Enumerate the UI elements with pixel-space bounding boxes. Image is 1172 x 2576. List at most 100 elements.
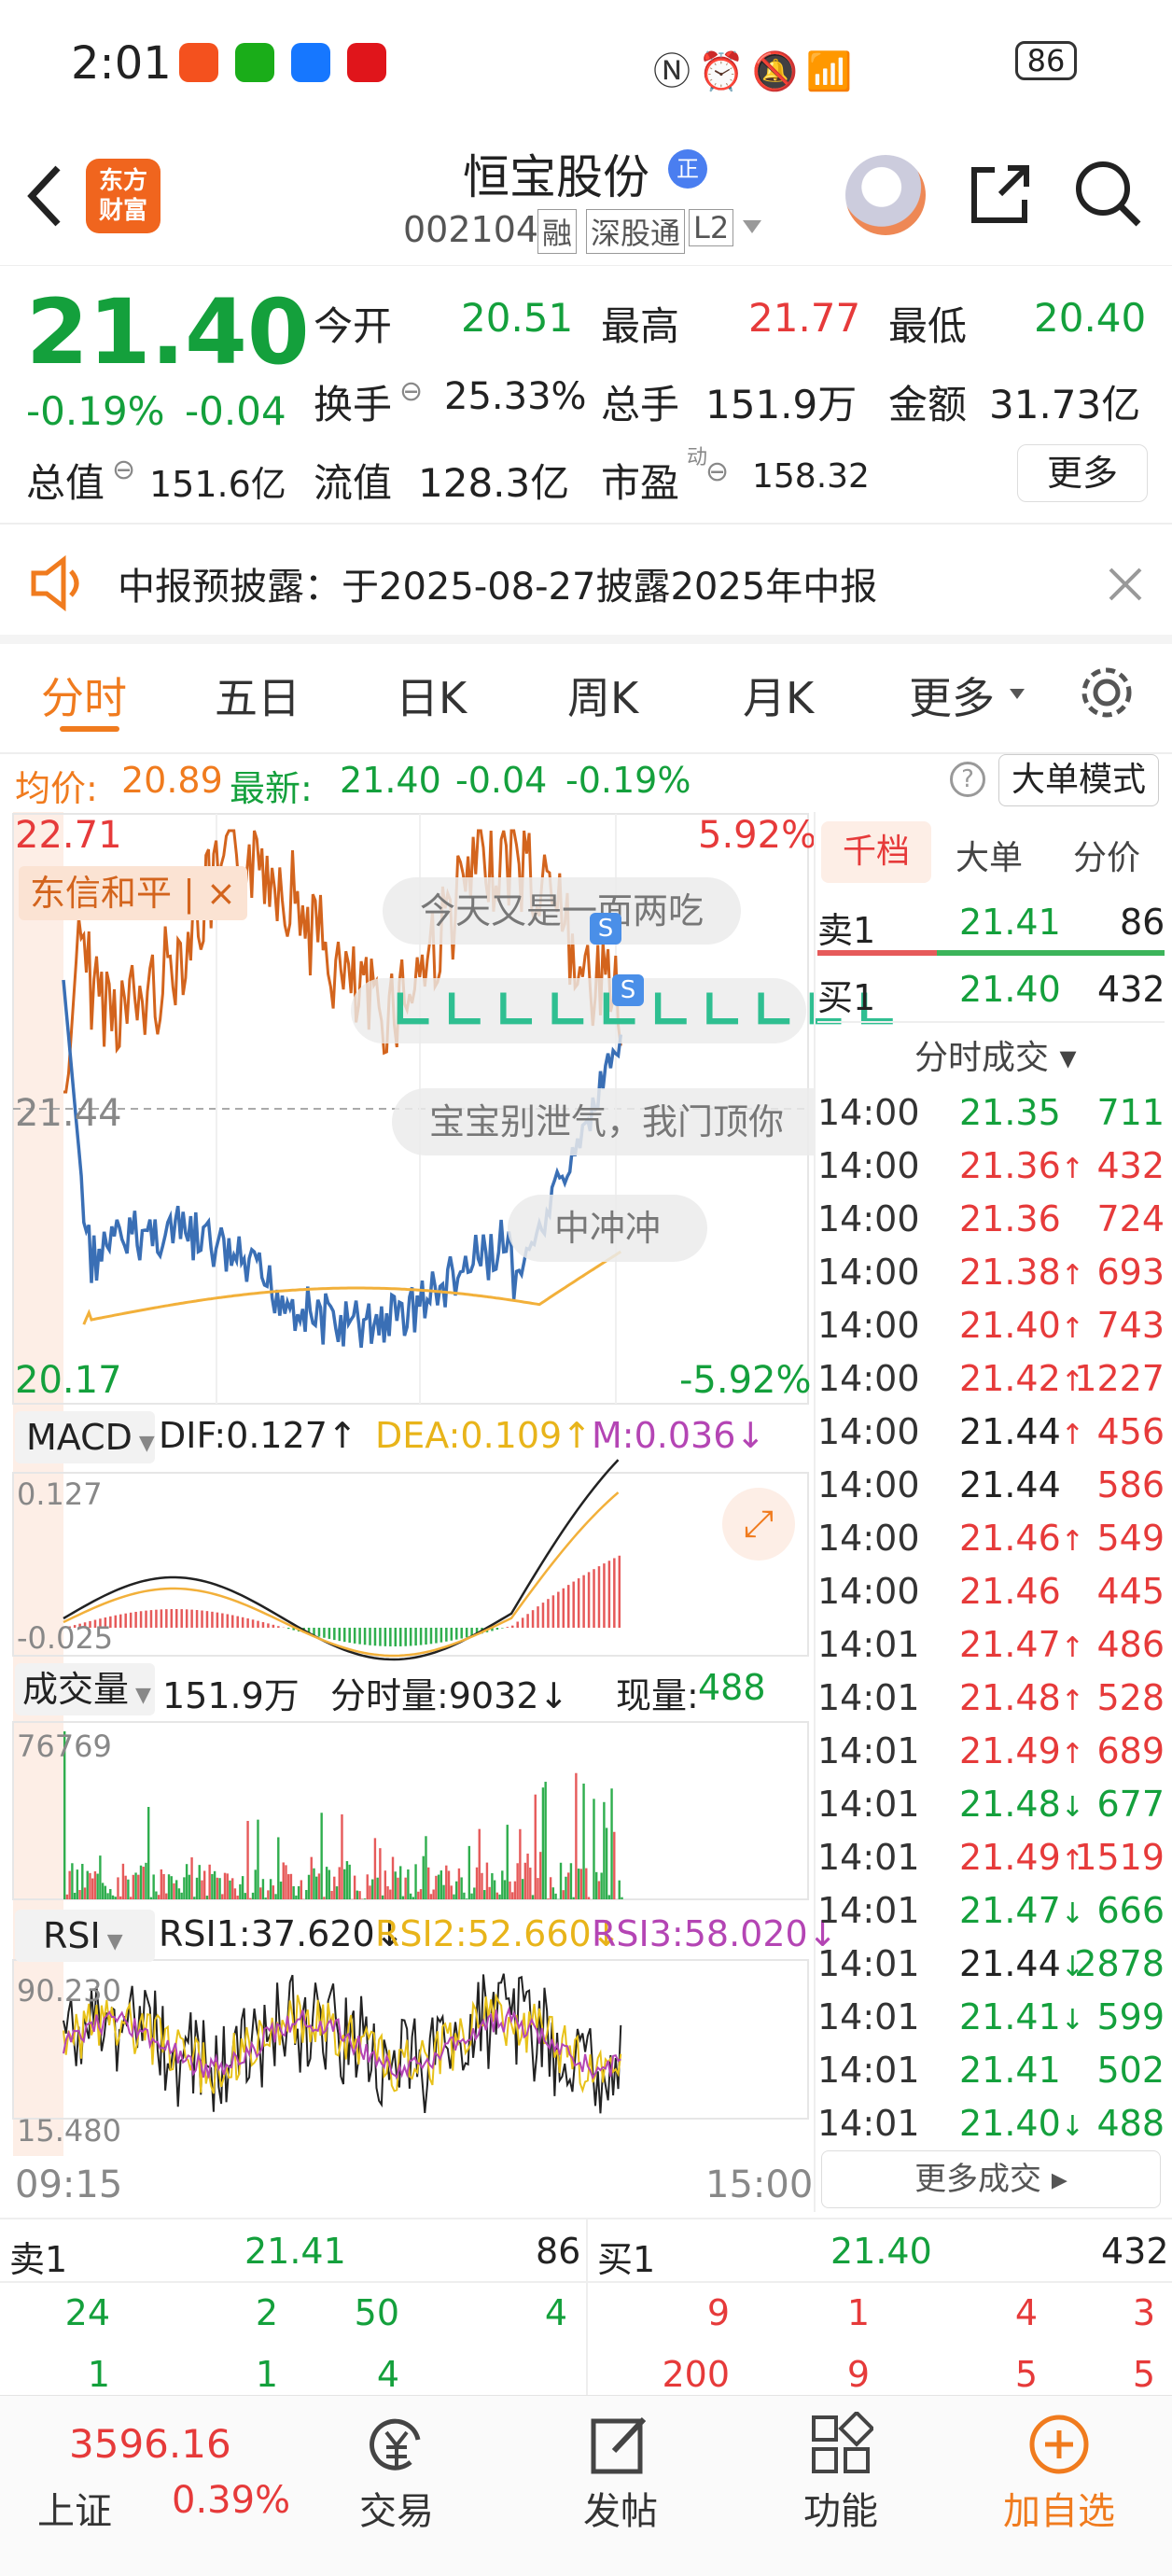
gear-icon[interactable] [1079, 665, 1135, 721]
battery-icon: 86 [1015, 41, 1077, 80]
tab-daily-k[interactable]: 日K [396, 665, 467, 726]
more-trades-button[interactable]: 更多成交 ▸ [821, 2150, 1161, 2208]
macd-bar [236, 1616, 239, 1628]
sell-marker-icon[interactable]: S [612, 974, 644, 1006]
tab-more[interactable]: 更多 [909, 665, 995, 726]
trade-row: 14:01 21.41↓ 599 [817, 1996, 1165, 2050]
volume-bar [450, 1885, 453, 1899]
chevron-down-icon: ▼ [100, 1930, 123, 1953]
info-icon[interactable]: ⊖ [705, 455, 729, 488]
expand-icon[interactable]: ⤢ [722, 1488, 795, 1561]
avg-value: 20.89 [121, 760, 223, 801]
open-label: 今开 [314, 303, 393, 349]
macd-bar [165, 1609, 168, 1628]
macd-selector[interactable]: MACD ▼ [15, 1411, 155, 1463]
help-icon[interactable]: ? [950, 762, 985, 797]
nav-functions[interactable]: 功能 [771, 2410, 911, 2535]
nav-post-label: 发帖 [583, 2490, 658, 2533]
volume-label: 总手 [601, 382, 680, 427]
more-button[interactable]: 更多 [1017, 444, 1148, 502]
trade-row: 14:01 21.41 502 [817, 2050, 1165, 2103]
notice-text[interactable]: 中报预披露：于2025-08-27披露2025年中报 [118, 556, 877, 610]
volume-bar [111, 1895, 115, 1899]
open-value: 20.51 [461, 295, 574, 341]
volume-selector[interactable]: 成交量 ▼ [15, 1663, 155, 1715]
tab-large-orders[interactable]: 大单 [956, 831, 1023, 879]
volume-bar [565, 1876, 567, 1899]
volume-bar [127, 1879, 130, 1899]
trade-time: 14:01 [817, 1624, 920, 1665]
big-order-mode-button[interactable]: 大单模式 [998, 754, 1159, 806]
tab-price-dist[interactable]: 分价 [1073, 831, 1140, 879]
nav-post[interactable]: 发帖 [551, 2412, 691, 2535]
trade-price: 21.44↑ [959, 1411, 1084, 1452]
volume-bar [121, 1863, 125, 1899]
rsi1: RSI1:37.620↓ [159, 1913, 405, 1954]
close-icon[interactable] [1107, 566, 1144, 603]
volume-bar [236, 1896, 239, 1899]
volume-bar [91, 1878, 94, 1899]
nav-add-watchlist[interactable]: 加自选 [989, 2412, 1129, 2535]
volume-bar [323, 1897, 326, 1899]
macd-bar [195, 1610, 199, 1628]
bottom-buy1-volume: 432 [1101, 2231, 1169, 2272]
nav-trade[interactable]: 交易 [327, 2412, 467, 2535]
tab-monthly-k[interactable]: 月K [743, 665, 814, 726]
stock-header: 东方 财富 恒宝股份 正 002104 融 深股通 L2 [0, 131, 1172, 266]
stock-name: 恒宝股份 [463, 150, 649, 204]
tab-order-book[interactable]: 千档 [821, 821, 931, 883]
volume-bar [198, 1865, 201, 1899]
trades-title[interactable]: 分时成交 ▾ [914, 1030, 1077, 1079]
volume-bar [267, 1890, 270, 1899]
sell-marker-icon[interactable]: S [590, 913, 621, 945]
volume-bar [404, 1877, 407, 1899]
bottom-sell1-volume: 86 [536, 2231, 581, 2272]
macd-bar [551, 1595, 555, 1628]
trade-row: 14:01 21.49↑ 1519 [817, 1837, 1165, 1890]
share-icon[interactable] [967, 161, 1034, 228]
info-icon[interactable]: ⊖ [399, 375, 423, 408]
volume-bar [71, 1863, 74, 1899]
volume-bar [317, 1873, 321, 1899]
volume-bar [442, 1884, 445, 1899]
index-value[interactable]: 3596.16 [69, 2421, 231, 2467]
search-icon[interactable] [1073, 159, 1144, 230]
volume-bar [170, 1876, 173, 1899]
back-icon[interactable] [21, 159, 67, 233]
danmu-bubble: 中冲冲 [508, 1195, 708, 1262]
grid-icon [812, 2410, 875, 2473]
volume-bar [610, 1788, 613, 1899]
macd-bar [277, 1626, 280, 1628]
volume-bar [547, 1898, 550, 1899]
trade-volume: 432 [1096, 1145, 1165, 1186]
chevron-down-icon: ▼ [132, 1432, 155, 1455]
turnover-value: 25.33% [444, 375, 587, 418]
overlay-stock-tag[interactable]: 东信和平 | × [19, 866, 247, 920]
tab-weekly-k[interactable]: 周K [567, 665, 638, 726]
chart-bottom-pct: -5.92% [679, 1359, 812, 1402]
volume-bar [425, 1836, 427, 1899]
info-icon[interactable]: ⊖ [112, 454, 135, 486]
index-pct[interactable]: 0.39% [172, 2479, 290, 2522]
volume-bar [233, 1888, 237, 1899]
volume-bar [101, 1883, 105, 1899]
macd-bar [216, 1612, 219, 1628]
macd-bottom: -0.025 [17, 1620, 114, 1656]
macd-bar [526, 1614, 529, 1628]
robot-avatar-icon[interactable] [845, 155, 926, 235]
rsi2: RSI2:52.660↓ [375, 1913, 621, 1954]
volume-bar [493, 1880, 496, 1899]
index-name[interactable]: 上证 [37, 2481, 112, 2535]
volume-bar [457, 1868, 461, 1899]
macd-bar [521, 1617, 524, 1628]
volume-bar [165, 1893, 168, 1899]
tab-five-day[interactable]: 五日 [215, 665, 300, 726]
chevron-down-icon[interactable] [743, 220, 761, 233]
sell1-label: 卖1 [817, 910, 876, 951]
tab-minute[interactable]: 分时 [41, 665, 127, 726]
volume-bar [124, 1875, 127, 1899]
volume-bar [188, 1874, 191, 1899]
rsi-selector[interactable]: RSI ▼ [15, 1910, 155, 1962]
trade-price: 21.47↑ [959, 1624, 1084, 1665]
macd-bar [170, 1609, 174, 1628]
